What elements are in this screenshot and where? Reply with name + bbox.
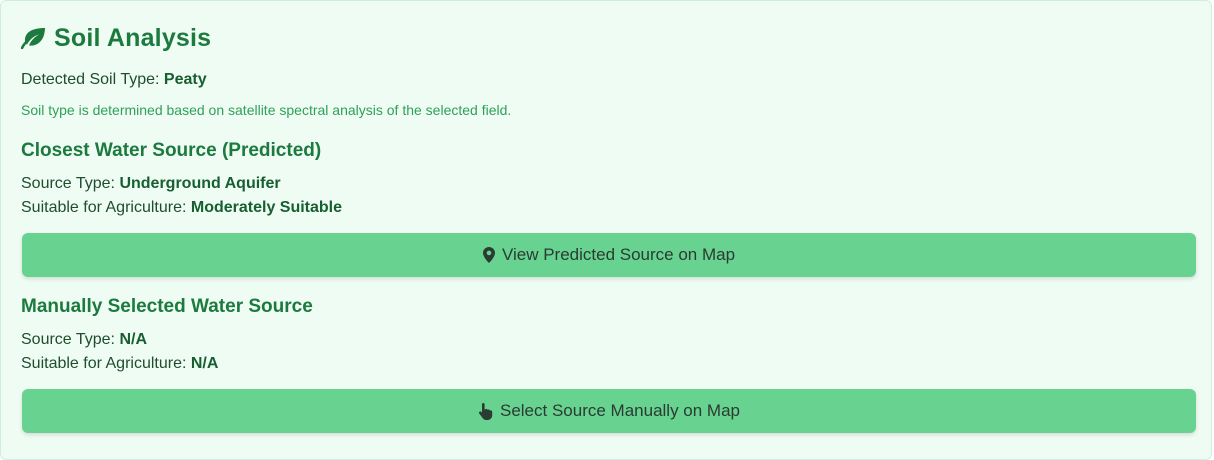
- view-predicted-source-label: View Predicted Source on Map: [501, 245, 736, 264]
- soil-analysis-card: Soil Analysis Detected Soil Type: Peaty …: [0, 0, 1212, 460]
- manual-suitability: Suitable for Agriculture: N/A: [21, 355, 218, 373]
- page-title: Soil Analysis: [54, 23, 212, 52]
- manual-suitability-label: Suitable for Agriculture:: [21, 355, 191, 372]
- predicted-source-heading: Closest Water Source (Predicted): [21, 140, 322, 161]
- manual-suitability-value: N/A: [190, 355, 219, 372]
- map-pin-icon: [482, 247, 495, 263]
- predicted-suitability-label: Suitable for Agriculture:: [21, 199, 191, 216]
- soil-analysis-header: Soil Analysis: [21, 21, 211, 55]
- select-source-manually-label: Select Source Manually on Map: [499, 401, 741, 420]
- detected-soil-value: Peaty: [163, 71, 207, 88]
- soil-type-note: Soil type is determined based on satelli…: [21, 102, 512, 118]
- predicted-source-type-value: Underground Aquifer: [119, 175, 281, 192]
- view-predicted-source-button[interactable]: View Predicted Source on Map: [22, 233, 1196, 277]
- manual-source-type-value: N/A: [119, 331, 147, 348]
- manual-source-type: Source Type: N/A: [21, 331, 147, 349]
- predicted-suitability-value: Moderately Suitable: [190, 199, 343, 216]
- pointer-hand-icon: [478, 402, 493, 420]
- predicted-suitability: Suitable for Agriculture: Moderately Sui…: [21, 199, 342, 217]
- leaf-icon: [21, 27, 46, 49]
- manual-source-heading: Manually Selected Water Source: [21, 296, 313, 317]
- predicted-source-type: Source Type: Underground Aquifer: [21, 175, 281, 193]
- select-source-manually-button[interactable]: Select Source Manually on Map: [22, 389, 1196, 433]
- predicted-source-type-label: Source Type:: [21, 175, 120, 192]
- detected-soil-type: Detected Soil Type: Peaty: [21, 71, 207, 89]
- detected-soil-label: Detected Soil Type:: [21, 71, 164, 88]
- manual-source-type-label: Source Type:: [21, 331, 120, 348]
